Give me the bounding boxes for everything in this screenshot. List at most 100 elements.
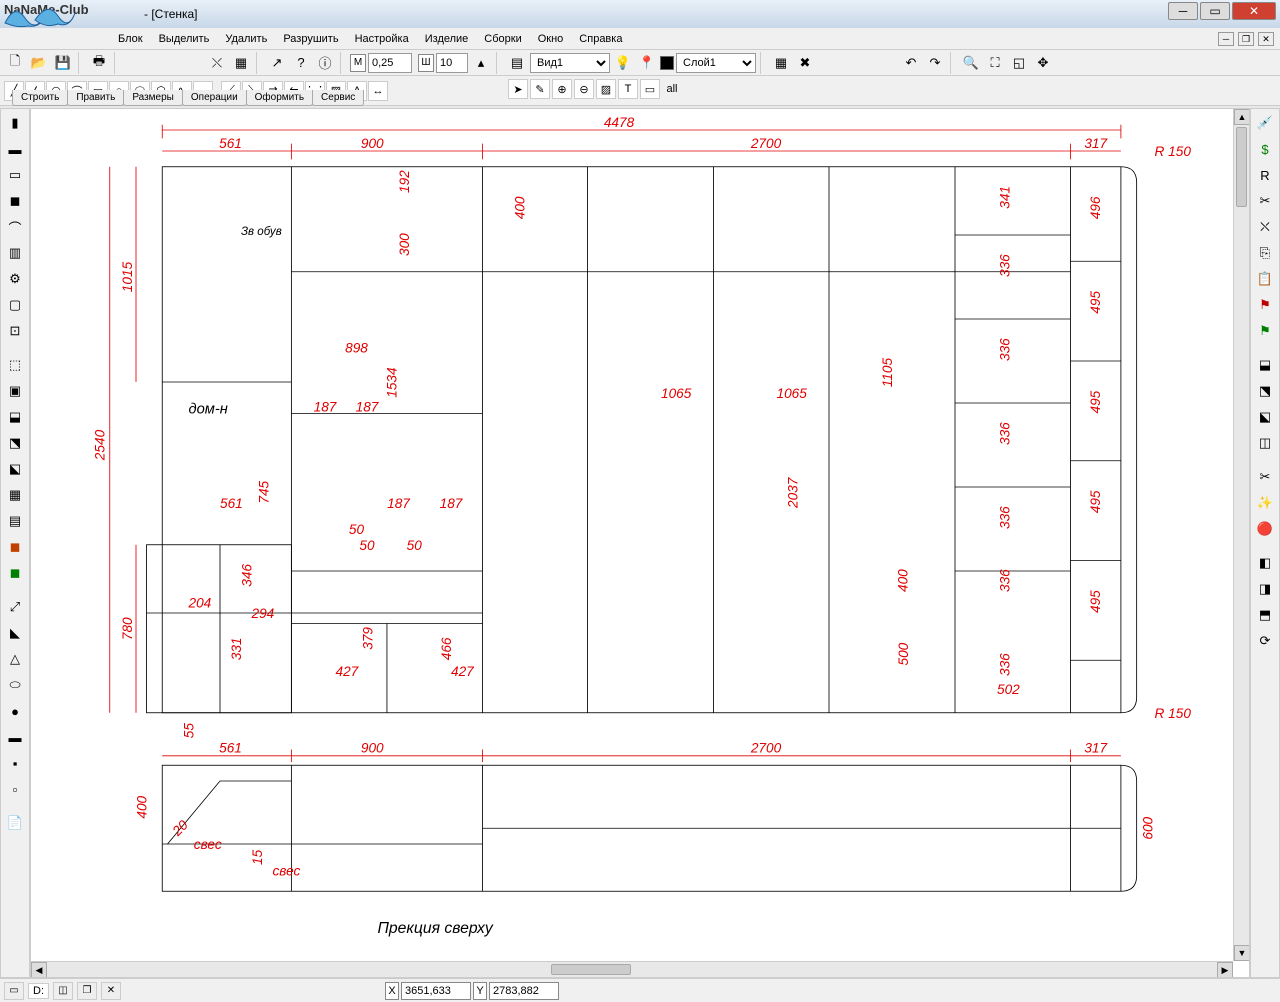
tab-format[interactable]: Оформить: [246, 90, 313, 106]
cube3-icon[interactable]: ⬒: [1253, 603, 1277, 627]
report-icon[interactable]: 📄: [3, 811, 27, 835]
step-up[interactable]: ▴: [470, 52, 492, 74]
edge-icon[interactable]: ▥: [3, 241, 27, 265]
delete-layer-icon[interactable]: ✖: [794, 52, 816, 74]
grey-icon[interactable]: ▪: [3, 751, 27, 775]
mdi-close[interactable]: ✕: [1258, 32, 1274, 46]
scissors-icon[interactable]: ✂: [1253, 189, 1277, 213]
r-icon[interactable]: R: [1253, 163, 1277, 187]
print-icon[interactable]: 🖶: [88, 52, 110, 74]
cube1-icon[interactable]: ◧: [1253, 551, 1277, 575]
tab-ops[interactable]: Операции: [182, 90, 247, 106]
info-icon[interactable]: ⓘ: [314, 52, 336, 74]
help-icon[interactable]: ?: [290, 52, 312, 74]
wedge-icon[interactable]: ◣: [3, 621, 27, 645]
menu-help[interactable]: Справка: [571, 30, 630, 48]
box-icon[interactable]: ◼: [3, 189, 27, 213]
minimize-button[interactable]: ─: [1168, 2, 1198, 20]
green-flag-icon[interactable]: ⚑: [1253, 319, 1277, 343]
3d-shelf-icon[interactable]: ⬓: [3, 405, 27, 429]
tab-build[interactable]: Строить: [12, 90, 68, 106]
mdi-minimize[interactable]: ─: [1218, 32, 1234, 46]
dim-tool[interactable]: ↔: [368, 81, 388, 101]
mdi-restore[interactable]: ❐: [1238, 32, 1254, 46]
layout4-icon[interactable]: ◫: [1253, 431, 1277, 455]
red-flag-icon[interactable]: ⚑: [1253, 293, 1277, 317]
palette-icon[interactable]: ▦: [770, 52, 792, 74]
flat-icon[interactable]: ▬: [3, 725, 27, 749]
cone-icon[interactable]: △: [3, 647, 27, 671]
3d-green-icon[interactable]: ◼: [3, 561, 27, 585]
3d-back-icon[interactable]: ⬕: [3, 457, 27, 481]
cut-icon[interactable]: ⛌: [1253, 215, 1277, 239]
menu-delete[interactable]: Удалить: [217, 30, 275, 48]
3d-panel-icon[interactable]: ▣: [3, 379, 27, 403]
new-icon[interactable]: 🗋: [4, 52, 26, 74]
paste-icon[interactable]: 📋: [1253, 267, 1277, 291]
view-cascade-icon[interactable]: ❐: [77, 982, 97, 1000]
3d-drawer-icon[interactable]: ▤: [3, 509, 27, 533]
3d-side-icon[interactable]: ⬔: [3, 431, 27, 455]
zoom-window-icon[interactable]: ⛶: [984, 52, 1006, 74]
menu-window[interactable]: Окно: [530, 30, 572, 48]
edit-node-tool[interactable]: ✎: [530, 79, 550, 99]
panel-icon[interactable]: ▮: [3, 111, 27, 135]
wand-icon[interactable]: ✨: [1253, 491, 1277, 515]
close-button[interactable]: ✕: [1232, 2, 1276, 20]
layout1-icon[interactable]: ⬓: [1253, 353, 1277, 377]
copy-icon[interactable]: ⎘: [1253, 241, 1277, 265]
pin-icon[interactable]: 📍: [636, 52, 658, 74]
pointer-tool[interactable]: ➤: [508, 79, 528, 99]
tube-icon[interactable]: ⊡: [3, 319, 27, 343]
save-icon[interactable]: 💾: [52, 52, 74, 74]
frame-icon[interactable]: ▢: [3, 293, 27, 317]
plus-tool[interactable]: ⊕: [552, 79, 572, 99]
sphere-icon[interactable]: ●: [3, 699, 27, 723]
maximize-button[interactable]: ▭: [1200, 2, 1230, 20]
refresh-icon[interactable]: ⟳: [1253, 629, 1277, 653]
tab-dims[interactable]: Размеры: [123, 90, 183, 106]
cylinder-icon[interactable]: ⬭: [3, 673, 27, 697]
horizontal-scrollbar[interactable]: ◀ ▶: [31, 961, 1233, 977]
dollar-icon[interactable]: $: [1253, 137, 1277, 161]
scissors2-icon[interactable]: ✂: [1253, 465, 1277, 489]
light-icon[interactable]: 💡: [612, 52, 634, 74]
3d-box-icon[interactable]: ⬚: [3, 353, 27, 377]
tab-edit[interactable]: Править: [67, 90, 124, 106]
menu-settings[interactable]: Настройка: [347, 30, 417, 48]
all-label[interactable]: all: [662, 79, 682, 99]
menu-assemblies[interactable]: Сборки: [476, 30, 529, 48]
pan-icon[interactable]: ✥: [1032, 52, 1054, 74]
layout3-icon[interactable]: ⬕: [1253, 405, 1277, 429]
zoom-all-icon[interactable]: ◱: [1008, 52, 1030, 74]
m-input[interactable]: [368, 53, 412, 73]
vertical-scrollbar[interactable]: ▲ ▼: [1233, 109, 1249, 961]
layout2-icon[interactable]: ⬔: [1253, 379, 1277, 403]
zoom-icon[interactable]: 🔍: [960, 52, 982, 74]
rect-sel-tool[interactable]: ▭: [640, 79, 660, 99]
taskbar-doc[interactable]: ▭: [4, 982, 24, 1000]
layer-icon[interactable]: ▤: [506, 52, 528, 74]
small-icon[interactable]: ▫: [3, 777, 27, 801]
view-select[interactable]: Вид1: [530, 53, 610, 73]
grid-icon[interactable]: ▦: [230, 52, 252, 74]
curve-icon[interactable]: ⌒: [3, 215, 27, 239]
syringe-icon[interactable]: 💉: [1253, 111, 1277, 135]
3d-top-icon[interactable]: ◼: [3, 535, 27, 559]
view-tile-icon[interactable]: ◫: [53, 982, 73, 1000]
close-doc-icon[interactable]: ✕: [101, 982, 121, 1000]
w-input[interactable]: [436, 53, 468, 73]
cube2-icon[interactable]: ◨: [1253, 577, 1277, 601]
fitting-icon[interactable]: ⚙: [3, 267, 27, 291]
open-icon[interactable]: 📂: [28, 52, 50, 74]
menu-product[interactable]: Изделие: [417, 30, 477, 48]
tab-service[interactable]: Сервис: [312, 90, 364, 106]
colorball-icon[interactable]: 🔴: [1253, 517, 1277, 541]
axes-icon[interactable]: ⤬: [206, 52, 228, 74]
canvas-area[interactable]: 4478 561 900 2700 317 R 150: [30, 108, 1250, 978]
layer-select[interactable]: Слой1: [676, 53, 756, 73]
menu-block[interactable]: Блок: [110, 30, 151, 48]
snap-icon[interactable]: ↗: [266, 52, 288, 74]
menu-destroy[interactable]: Разрушить: [275, 30, 346, 48]
redo-icon[interactable]: ↷: [924, 52, 946, 74]
